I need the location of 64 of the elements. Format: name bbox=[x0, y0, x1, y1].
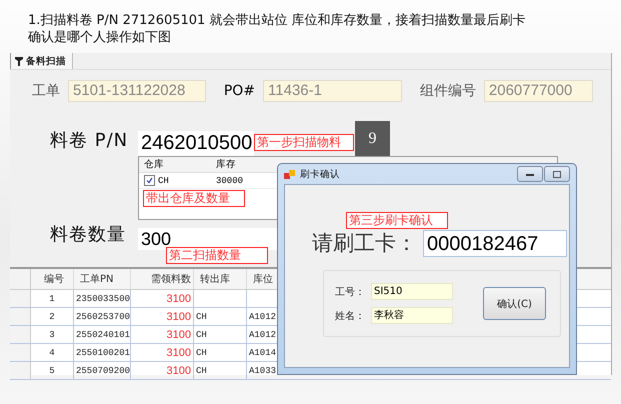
annotation-label: 第二扫描数量 bbox=[166, 247, 268, 264]
pn-label: 料卷 P/N bbox=[50, 129, 130, 153]
field-label: PO# bbox=[224, 83, 256, 99]
row-header[interactable] bbox=[10, 290, 31, 307]
checkbox[interactable] bbox=[144, 174, 155, 186]
column-header: 库存 bbox=[215, 158, 237, 171]
instruction-text: 1.扫描料卷 P/N 2712605101 就会带出站位 库位和库存数量，接着扫描数量最后刷卡 确认是哪个人操作如下图 bbox=[27, 12, 527, 47]
annotation-label: 第三步刷卡确认 bbox=[346, 212, 448, 229]
maximize-icon bbox=[553, 170, 561, 178]
field-label: 组件编号 bbox=[420, 82, 476, 100]
column-header: 转出库 bbox=[194, 269, 247, 289]
column-header: 编号 bbox=[31, 269, 74, 289]
scan-tab[interactable]: 备料扫描 bbox=[10, 53, 73, 69]
field-label: 工单 bbox=[32, 82, 60, 100]
column-header: 工单PN bbox=[74, 269, 131, 289]
minimize-icon bbox=[526, 172, 534, 176]
table-cell: CH bbox=[194, 326, 247, 343]
table-cell: 1 bbox=[31, 290, 74, 307]
readonly-field[interactable]: 李秋容 bbox=[371, 307, 453, 324]
table-cell: 2560253700 bbox=[74, 308, 131, 325]
app-icon bbox=[284, 168, 295, 180]
count-badge: 9 bbox=[355, 121, 390, 156]
table-cell: 2550709200 bbox=[74, 362, 131, 379]
readonly-field[interactable]: SI510 bbox=[371, 283, 453, 300]
table-cell-text: A1014 bbox=[248, 346, 278, 360]
table-cell: 4 bbox=[31, 344, 74, 361]
table-cell: 2550240101 bbox=[74, 326, 131, 343]
row-header[interactable] bbox=[10, 326, 31, 343]
table-cell: 5 bbox=[31, 362, 74, 379]
row-header[interactable] bbox=[10, 308, 31, 325]
table-cell: 3 bbox=[31, 326, 74, 343]
dialog-title: 刷卡确认 bbox=[300, 168, 340, 180]
minimize-button[interactable] bbox=[517, 166, 543, 182]
table-cell-text: A1012 bbox=[248, 328, 278, 342]
table-cell-text: 30000 bbox=[215, 176, 244, 186]
table-cell: 3100 bbox=[131, 290, 194, 307]
table-cell-text: A1012 bbox=[248, 310, 278, 324]
column-header: 需领料数 bbox=[131, 269, 194, 289]
funnel-icon bbox=[15, 56, 23, 66]
table-cell: CH bbox=[158, 176, 169, 186]
row-header[interactable] bbox=[10, 344, 31, 361]
table-cell: CH bbox=[194, 362, 247, 379]
table-cell: 2550100201 bbox=[74, 344, 131, 361]
prompt-label: 请刷工卡： bbox=[312, 230, 417, 257]
quantity-label: 料卷数量 bbox=[50, 223, 127, 247]
table-cell: 2350033500 bbox=[74, 290, 131, 307]
table-cell: 3100 bbox=[131, 326, 194, 343]
annotation-label: 第一步扫描物料 bbox=[254, 134, 354, 151]
confirm-button[interactable]: 确认(C) bbox=[483, 287, 546, 320]
card-field[interactable]: 0000182467 bbox=[423, 230, 567, 256]
maximize-button[interactable] bbox=[544, 166, 570, 182]
row-header[interactable] bbox=[10, 362, 31, 379]
table-cell: 3100 bbox=[131, 308, 194, 325]
table-cell: 3100 bbox=[131, 362, 194, 379]
table-cell-text: A1033 bbox=[248, 364, 278, 378]
table-cell: CH bbox=[194, 308, 247, 325]
annotation-label: 带出仓库及数量 bbox=[143, 190, 245, 207]
field-label: 姓名： bbox=[335, 310, 366, 322]
field-label: 工号： bbox=[335, 286, 366, 298]
table-cell: 2 bbox=[31, 308, 74, 325]
column-header: 仓库 bbox=[143, 158, 165, 171]
table-cell: 3100 bbox=[131, 344, 194, 361]
pn-field[interactable]: 2462010500 bbox=[138, 131, 254, 156]
table-cell: CH bbox=[194, 344, 247, 361]
